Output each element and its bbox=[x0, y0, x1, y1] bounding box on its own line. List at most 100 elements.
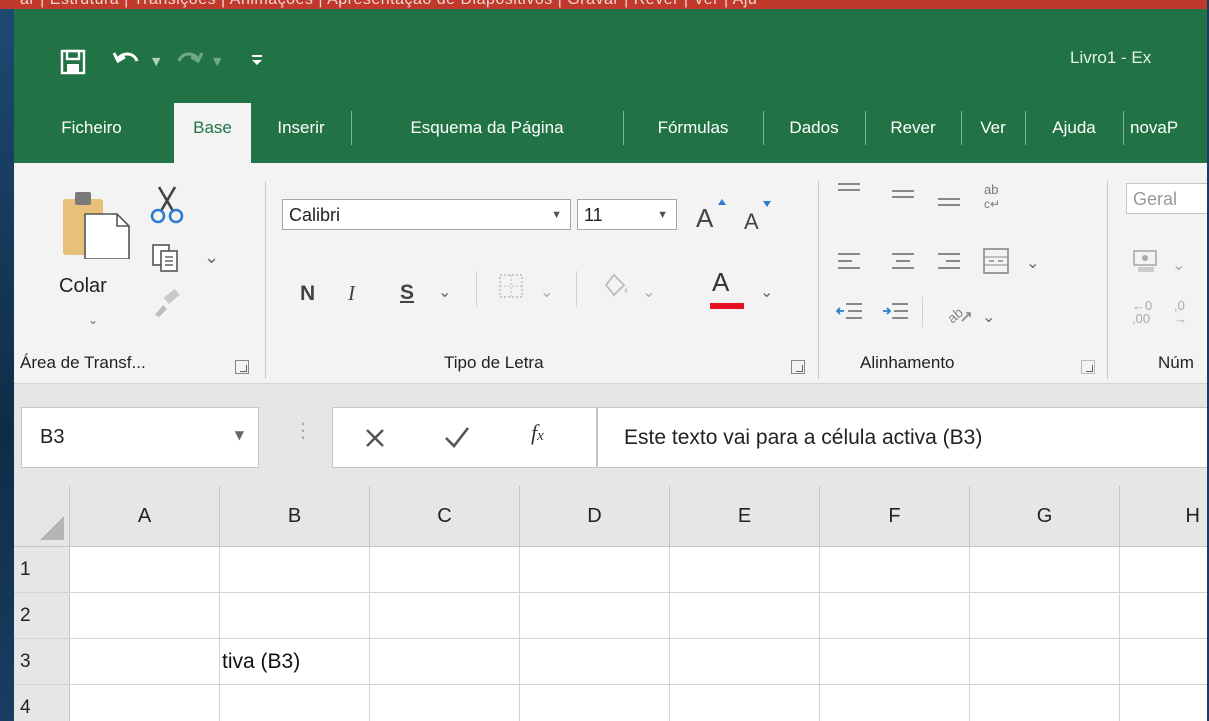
merge-center-icon[interactable] bbox=[982, 247, 1010, 279]
cell-h3[interactable] bbox=[1120, 639, 1209, 684]
clipboard-dialog-launcher-icon[interactable] bbox=[235, 360, 249, 374]
redo-dropdown-icon[interactable]: ▼ bbox=[213, 55, 221, 68]
copy-icon[interactable] bbox=[151, 243, 181, 277]
align-right-icon[interactable] bbox=[936, 251, 962, 277]
tab-ficheiro[interactable]: Ficheiro bbox=[24, 92, 159, 163]
column-header-a[interactable]: A bbox=[70, 486, 220, 546]
font-color-dropdown-icon[interactable]: ⌄ bbox=[760, 282, 773, 301]
tab-novap[interactable]: novaP bbox=[1124, 92, 1209, 163]
number-format-combobox[interactable]: Geral bbox=[1126, 183, 1209, 214]
column-header-f[interactable]: F bbox=[820, 486, 970, 546]
tab-ajuda[interactable]: Ajuda bbox=[1026, 92, 1122, 163]
paste-label[interactable]: Colar bbox=[59, 275, 107, 298]
cell-c4[interactable] bbox=[370, 685, 520, 721]
font-name-combobox[interactable]: Calibri ▼ bbox=[282, 199, 571, 230]
cell-d4[interactable] bbox=[520, 685, 670, 721]
cell-h1[interactable] bbox=[1120, 547, 1209, 592]
fill-color-dropdown-icon[interactable]: ⌄ bbox=[642, 282, 655, 301]
accounting-format-icon[interactable] bbox=[1132, 247, 1160, 279]
cell-g3[interactable] bbox=[970, 639, 1120, 684]
decrease-decimal-icon[interactable]: ,0 → bbox=[1174, 299, 1187, 325]
column-header-h[interactable]: H bbox=[1120, 486, 1209, 546]
tab-dados[interactable]: Dados bbox=[764, 92, 864, 163]
undo-icon[interactable] bbox=[112, 47, 142, 79]
align-top-icon[interactable] bbox=[836, 181, 862, 207]
italic-button[interactable]: I bbox=[348, 281, 355, 306]
align-center-icon[interactable] bbox=[890, 251, 916, 277]
decrease-indent-icon[interactable] bbox=[835, 301, 864, 329]
increase-decimal-icon[interactable]: ←0,00 bbox=[1132, 299, 1152, 325]
cell-d2[interactable] bbox=[520, 593, 670, 638]
cell-a3[interactable] bbox=[70, 639, 220, 684]
paste-dropdown-icon[interactable]: ⌄ bbox=[88, 313, 98, 327]
cell-b2[interactable] bbox=[220, 593, 370, 638]
insert-function-icon[interactable]: fx bbox=[531, 420, 544, 446]
cut-icon[interactable] bbox=[149, 185, 185, 229]
orientation-dropdown-icon[interactable]: ⌄ bbox=[982, 307, 995, 326]
cell-c2[interactable] bbox=[370, 593, 520, 638]
cell-f2[interactable] bbox=[820, 593, 970, 638]
redo-icon[interactable] bbox=[174, 47, 204, 79]
cell-e2[interactable] bbox=[670, 593, 820, 638]
cell-c3[interactable] bbox=[370, 639, 520, 684]
cancel-icon[interactable] bbox=[363, 426, 387, 454]
decrease-font-size-icon[interactable]: A bbox=[744, 199, 776, 237]
cell-a1[interactable] bbox=[70, 547, 220, 592]
paste-icon[interactable] bbox=[63, 189, 135, 263]
cell-f4[interactable] bbox=[820, 685, 970, 721]
align-bottom-icon[interactable] bbox=[936, 193, 962, 219]
accounting-dropdown-icon[interactable]: ⌄ bbox=[1172, 255, 1185, 274]
cell-e4[interactable] bbox=[670, 685, 820, 721]
cell-b3[interactable]: tiva (B3) bbox=[220, 639, 370, 684]
increase-font-size-icon[interactable]: A bbox=[696, 197, 728, 235]
customize-qat-icon[interactable] bbox=[250, 49, 264, 73]
cell-f3[interactable] bbox=[820, 639, 970, 684]
font-color-button[interactable]: A bbox=[710, 267, 750, 311]
underline-dropdown-icon[interactable]: ⌄ bbox=[438, 282, 451, 301]
format-painter-icon[interactable] bbox=[151, 287, 183, 323]
underline-button[interactable]: S bbox=[400, 281, 414, 305]
copy-dropdown-icon[interactable]: ⌄ bbox=[204, 247, 219, 268]
cell-e1[interactable] bbox=[670, 547, 820, 592]
merge-dropdown-icon[interactable]: ⌄ bbox=[1026, 253, 1039, 272]
increase-indent-icon[interactable] bbox=[882, 301, 910, 329]
fill-color-icon[interactable] bbox=[600, 271, 632, 305]
bold-button[interactable]: N bbox=[300, 282, 315, 306]
wrap-text-icon[interactable]: ab c↵ bbox=[982, 181, 1010, 217]
align-middle-icon[interactable] bbox=[890, 187, 916, 213]
orientation-icon[interactable]: ab bbox=[944, 297, 974, 331]
cell-b4[interactable] bbox=[220, 685, 370, 721]
font-size-combobox[interactable]: 11 ▼ bbox=[577, 199, 677, 230]
align-left-icon[interactable] bbox=[836, 251, 862, 277]
save-icon[interactable] bbox=[60, 49, 86, 79]
row-header[interactable]: 3 bbox=[14, 639, 70, 684]
cell-e3[interactable] bbox=[670, 639, 820, 684]
font-dialog-launcher-icon[interactable] bbox=[791, 360, 805, 374]
cell-d3[interactable] bbox=[520, 639, 670, 684]
tab-esquema-da-pagina[interactable]: Esquema da Página bbox=[352, 92, 622, 163]
row-header[interactable]: 2 bbox=[14, 593, 70, 638]
column-header-e[interactable]: E bbox=[670, 486, 820, 546]
borders-icon[interactable] bbox=[498, 273, 524, 303]
column-header-d[interactable]: D bbox=[520, 486, 670, 546]
font-size-dropdown-icon[interactable]: ▼ bbox=[657, 200, 668, 231]
cell-h4[interactable] bbox=[1120, 685, 1209, 721]
undo-dropdown-icon[interactable]: ▼ bbox=[152, 55, 160, 68]
column-header-c[interactable]: C bbox=[370, 486, 520, 546]
cell-f1[interactable] bbox=[820, 547, 970, 592]
cell-c1[interactable] bbox=[370, 547, 520, 592]
select-all-corner[interactable] bbox=[14, 486, 70, 546]
tab-formulas[interactable]: Fórmulas bbox=[624, 92, 762, 163]
cell-b1[interactable] bbox=[220, 547, 370, 592]
tab-inserir[interactable]: Inserir bbox=[252, 92, 350, 163]
cell-a4[interactable] bbox=[70, 685, 220, 721]
worksheet-grid[interactable]: A B C D E F G H 1 2 3 tiva (B3) 4 bbox=[14, 486, 1209, 721]
cell-g2[interactable] bbox=[970, 593, 1120, 638]
cell-g1[interactable] bbox=[970, 547, 1120, 592]
formula-bar-grip-icon[interactable]: ⋮ bbox=[293, 420, 313, 440]
row-header[interactable]: 4 bbox=[14, 685, 70, 721]
cell-g4[interactable] bbox=[970, 685, 1120, 721]
row-header[interactable]: 1 bbox=[14, 547, 70, 592]
name-box-dropdown-icon[interactable]: ▼ bbox=[235, 428, 244, 442]
tab-ver[interactable]: Ver bbox=[962, 92, 1024, 163]
